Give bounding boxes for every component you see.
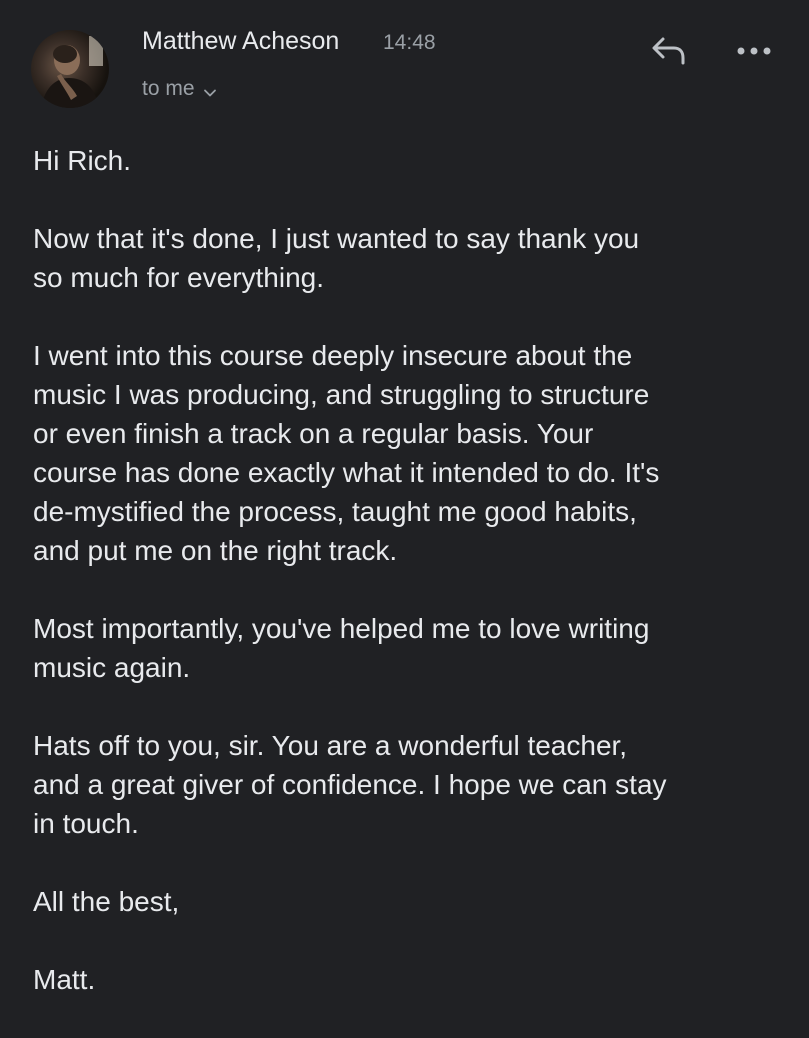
more-options-button[interactable] (728, 32, 780, 72)
sender-avatar[interactable] (31, 30, 109, 108)
sender-name: Matthew Acheson (142, 27, 340, 55)
reply-button[interactable] (644, 32, 692, 72)
avatar-photo (41, 36, 103, 108)
sign-off: All the best, (33, 886, 180, 917)
reply-arrow-icon (648, 34, 688, 71)
message-timestamp: 14:48 (383, 31, 436, 54)
recipient-details-toggle[interactable]: to me (142, 76, 217, 102)
message-paragraph: Most importantly, you've helped me to lo… (33, 613, 650, 683)
chevron-down-icon (203, 85, 217, 97)
message-body: Hi Rich. Now that it's done, I just want… (33, 141, 793, 1038)
message-paragraph: Hats off to you, sir. You are a wonderfu… (33, 730, 667, 839)
recipient-label: to me (142, 77, 195, 100)
greeting: Hi Rich. (33, 145, 132, 176)
message-paragraph: I went into this course deeply insecure … (33, 340, 660, 566)
signature: Matt. (33, 964, 96, 995)
message-paragraph: Now that it's done, I just wanted to say… (33, 223, 640, 293)
more-horizontal-icon (736, 43, 772, 61)
message-header: Matthew Acheson 14:48 to me (0, 0, 809, 120)
